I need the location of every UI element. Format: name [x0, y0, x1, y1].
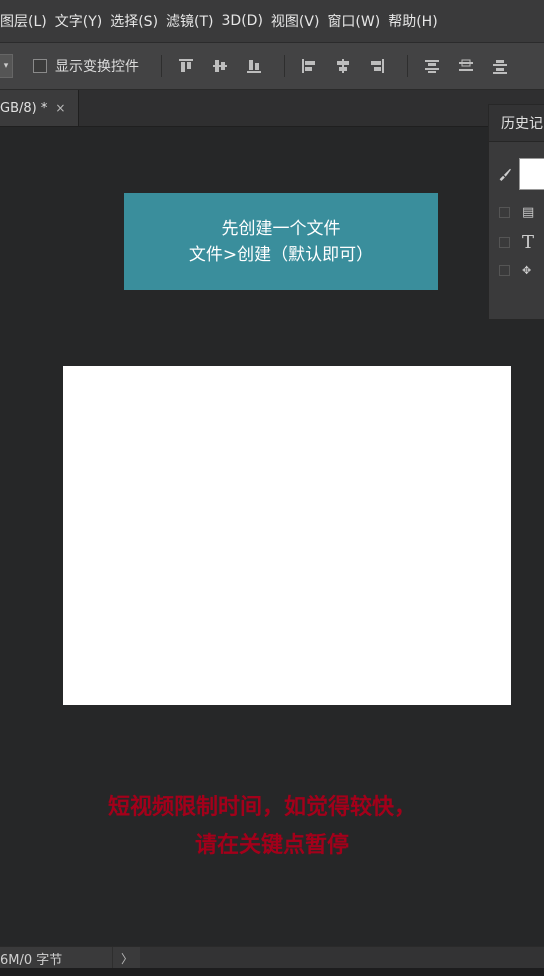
document-canvas[interactable]: [63, 366, 511, 705]
history-item[interactable]: ▤: [489, 201, 544, 223]
video-caption: 短视频限制时间，如觉得较快， 请在关键点暂停: [0, 788, 544, 864]
document-tab[interactable]: GB/8) * ×: [0, 90, 79, 126]
document-tab-bar: GB/8) * ×: [0, 90, 544, 127]
history-panel: 历史记 ▤ T ✥: [488, 104, 544, 320]
type-tool-icon: T: [522, 231, 535, 253]
close-icon[interactable]: ×: [55, 101, 65, 115]
history-brush-icon[interactable]: [497, 165, 513, 183]
history-item[interactable]: ✥: [489, 259, 544, 281]
divider: [284, 55, 285, 77]
chevron-down-icon: ▾: [3, 61, 9, 71]
caption-line-2: 请在关键点暂停: [194, 832, 349, 858]
history-panel-title[interactable]: 历史记: [489, 105, 544, 142]
show-transform-checkbox[interactable]: [33, 59, 47, 73]
move-icon: ✥: [522, 263, 532, 277]
history-snapshot[interactable]: [489, 153, 544, 195]
menu-layer[interactable]: 图层(L): [0, 11, 55, 31]
menu-bar: 图层(L) 文字(Y) 选择(S) 滤镜(T) 3D(D) 视图(V) 窗口(W…: [0, 0, 544, 43]
distribute-vertical-center-icon[interactable]: [456, 56, 476, 76]
menu-window[interactable]: 窗口(W): [327, 11, 388, 31]
document-tab-label: GB/8) *: [0, 100, 48, 116]
history-state-box[interactable]: [499, 206, 510, 218]
bottom-strip: [0, 968, 544, 976]
options-bar: ▾ 显示变换控件: [0, 43, 544, 90]
history-item[interactable]: T: [489, 231, 544, 253]
distribute-bottom-icon[interactable]: [490, 56, 510, 76]
photoshop-window: 图层(L) 文字(Y) 选择(S) 滤镜(T) 3D(D) 视图(V) 窗口(W…: [0, 0, 544, 976]
history-state-box[interactable]: [499, 236, 510, 248]
show-transform-label: 显示变换控件: [55, 59, 139, 75]
tool-preset-dropdown[interactable]: ▾: [0, 54, 13, 78]
menu-3d[interactable]: 3D(D): [222, 13, 271, 29]
document-size-status: 6M/0 字节: [0, 952, 63, 968]
menu-select[interactable]: 选择(S): [110, 11, 166, 31]
status-bar: 6M/0 字节 〉: [0, 946, 544, 969]
menu-type[interactable]: 文字(Y): [55, 11, 110, 31]
menu-help[interactable]: 帮助(H): [388, 11, 445, 31]
caption-line-1: 短视频限制时间，如觉得较快，: [107, 794, 416, 820]
align-bottom-icon[interactable]: [244, 56, 264, 76]
divider: [407, 55, 408, 77]
instruction-line-2: 文件>创建（默认即可）: [188, 244, 374, 265]
instruction-line-1: 先创建一个文件: [221, 218, 341, 239]
menu-view[interactable]: 视图(V): [271, 11, 328, 31]
horizontal-scrollbar[interactable]: [140, 947, 544, 969]
chevron-right-icon[interactable]: 〉: [112, 947, 141, 969]
align-vertical-center-icon[interactable]: [210, 56, 230, 76]
snapshot-thumbnail[interactable]: [518, 158, 544, 190]
align-horizontal-center-icon[interactable]: [333, 56, 353, 76]
align-right-icon[interactable]: [367, 56, 387, 76]
align-top-icon[interactable]: [176, 56, 196, 76]
history-state-box[interactable]: [499, 264, 510, 276]
distribute-top-icon[interactable]: [422, 56, 442, 76]
align-left-icon[interactable]: [299, 56, 319, 76]
document-icon: ▤: [522, 204, 535, 220]
instruction-note: 先创建一个文件 文件>创建（默认即可）: [124, 193, 438, 290]
divider: [161, 55, 162, 77]
menu-filter[interactable]: 滤镜(T): [166, 11, 221, 31]
